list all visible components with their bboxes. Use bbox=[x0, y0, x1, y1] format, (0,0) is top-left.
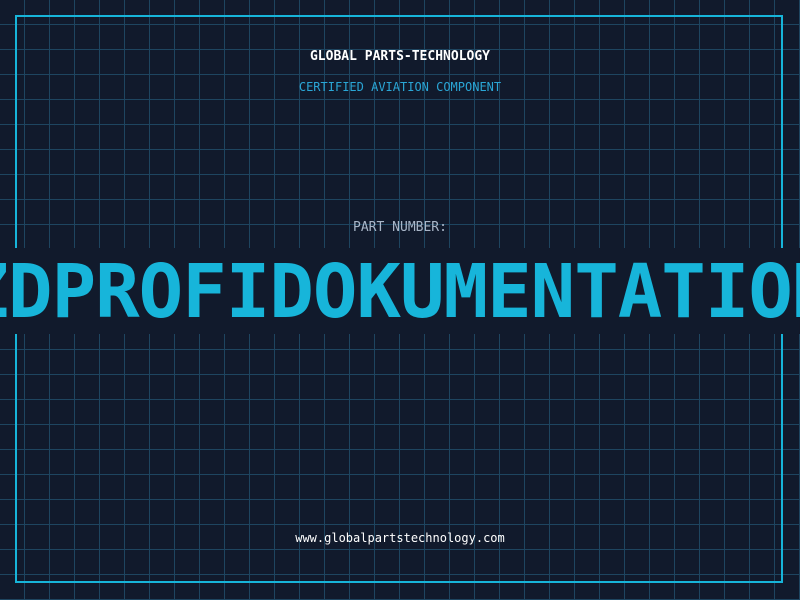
brand-title: GLOBAL PARTS-TECHNOLOGY bbox=[309, 49, 490, 64]
part-number-label: PART NUMBER: bbox=[353, 220, 447, 235]
certification-subtitle: CERTIFIED AVIATION COMPONENT bbox=[298, 80, 502, 94]
part-number-band: ZDPROFIDOKUMENTATION bbox=[0, 248, 800, 334]
part-label-page: GLOBAL PARTS-TECHNOLOGY CERTIFIED AVIATI… bbox=[0, 0, 800, 600]
part-number-value: ZDPROFIDOKUMENTATION bbox=[0, 249, 800, 334]
website-url: www.globalpartstechnology.com bbox=[295, 531, 505, 545]
